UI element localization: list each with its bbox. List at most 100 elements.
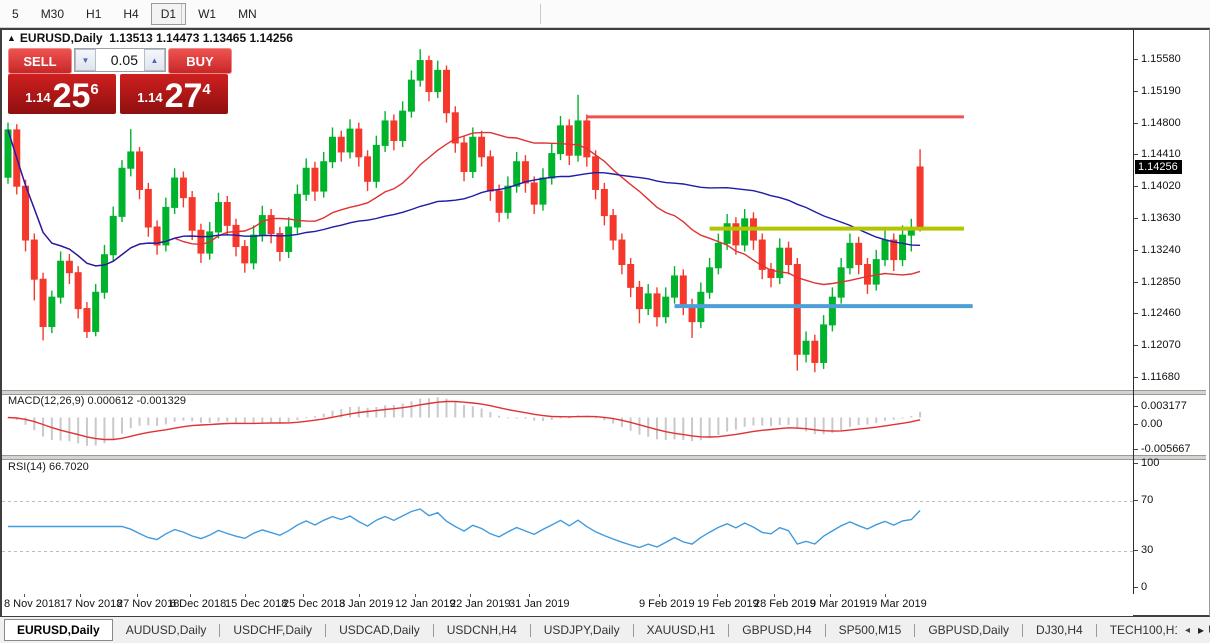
date-label: 25 Dec 2018 [283,598,345,610]
tab-sp500-m15[interactable]: SP500,M15 [826,619,915,641]
ohlc-low: 1.13465 [203,31,246,45]
macd-histogram-bar [779,418,781,426]
tab-eurusd-daily[interactable]: EURUSD,Daily [4,619,113,641]
macd-histogram-bar [849,418,851,427]
macd-histogram-bar [682,418,684,441]
macd-histogram-bar [866,418,868,425]
tab-gbpusd-h4[interactable]: GBPUSD,H4 [729,619,824,641]
collapse-icon[interactable]: ▲ [7,33,16,43]
timeframe-button-5[interactable]: 5 [2,3,29,25]
indicator-axis-tick [1134,424,1138,425]
candle-body [329,137,335,161]
tab-dj30-h4[interactable]: DJ30,H4 [1023,619,1096,641]
candle-body [338,137,344,152]
macd-histogram-bar [314,416,316,418]
candle-body [645,294,651,309]
macd-histogram-bar [182,418,184,421]
date-label: 31 Jan 2019 [509,598,570,610]
candle-body [847,243,853,267]
indicator-axis-label: 0.003177 [1141,400,1187,412]
candle-body [672,276,678,297]
candle-body [40,279,46,326]
date-axis-tick [470,594,471,597]
macd-histogram-bar [752,418,754,426]
tab-xauusd-h1[interactable]: XAUUSD,H1 [634,619,729,641]
price-axis-label: 1.13240 [1141,244,1181,256]
candle-body [917,167,923,228]
indicator-axis-label: -0.005667 [1141,443,1191,455]
candle-body [829,297,835,325]
price-axis[interactable]: 1.155801.151901.148001.144101.140201.136… [1134,30,1208,616]
candle-body [356,129,362,157]
timeframe-button-w1[interactable]: W1 [188,3,226,25]
macd-histogram-bar [621,418,623,428]
timeframe-button-h4[interactable]: H4 [113,3,148,25]
macd-histogram-bar [691,418,693,442]
candle-body [189,198,195,231]
tab-usdcnh-h4[interactable]: USDCNH,H4 [434,619,530,641]
tab-gbpusd-daily[interactable]: GBPUSD,Daily [915,619,1022,641]
macd-histogram-bar [112,418,114,440]
candle-body [84,309,90,332]
indicator-axis-label: 0.00 [1141,418,1162,430]
tab-usdchf-daily[interactable]: USDCHF,Daily [220,619,325,641]
price-axis-tick [1134,59,1138,60]
date-label: 8 Nov 2018 [4,598,60,610]
date-label: 15 Dec 2018 [225,598,287,610]
macd-histogram-bar [498,416,500,418]
macd-histogram-bar [200,418,202,423]
candle-body [198,230,204,253]
candle-body [558,126,564,154]
price-chart-plot[interactable] [2,44,1133,390]
tab-audusd-daily[interactable]: AUDUSD,Daily [113,619,220,641]
price-axis-label: 1.12070 [1141,339,1181,351]
timeframe-button-mn[interactable]: MN [228,3,267,25]
macd-histogram-bar [524,418,526,419]
macd-histogram-bar [139,418,141,426]
candle-body [347,129,353,152]
date-axis[interactable]: 8 Nov 201817 Nov 201827 Nov 20186 Dec 20… [2,594,1133,616]
timeframe-button-h1[interactable]: H1 [76,3,111,25]
tab-scroll-left-button[interactable]: ◂ [1185,625,1190,636]
current-price-tag: 1.14256 [1135,160,1182,174]
macd-histogram-bar [217,418,219,422]
timeframe-button-m30[interactable]: M30 [31,3,74,25]
macd-histogram-bar [533,418,535,421]
candle-body [321,162,327,191]
timeframe-toolbar: 5M30H1H4D1W1MN [0,0,1210,28]
macd-histogram-bar [367,408,369,418]
candle-body [715,243,721,267]
rsi-plot[interactable] [2,459,1133,593]
ohlc-open: 1.13513 [109,31,152,45]
tab-usdcad-daily[interactable]: USDCAD,Daily [326,619,433,641]
price-axis-label: 1.15580 [1141,53,1181,65]
macd-histogram-bar [279,418,281,423]
macd-histogram-bar [796,418,798,429]
tab-usdjpy-daily[interactable]: USDJPY,Daily [531,619,633,641]
macd-histogram-bar [735,418,737,430]
macd-histogram-bar [419,399,421,418]
date-axis-tick [359,594,360,597]
tab-bar: EURUSD,DailyAUDUSD,DailyUSDCHF,DailyUSDC… [0,617,1210,643]
candle-body [470,137,476,171]
indicator-axis-label: 30 [1141,544,1153,556]
candle-body [619,240,625,264]
indicator-axis-tick [1134,587,1138,588]
date-label: 22 Jan 2019 [450,598,511,610]
macd-histogram-bar [884,418,886,421]
candle-body [382,121,388,145]
price-axis-tick [1134,91,1138,92]
chart-window: ▲EURUSD,Daily 1.13513 1.14473 1.13465 1.… [0,28,1210,617]
macd-histogram-bar [174,418,176,422]
macd-histogram-bar [717,418,719,436]
date-label: 6 Dec 2018 [170,598,226,610]
candle-body [803,341,809,354]
price-axis-label: 1.14410 [1141,148,1181,160]
macd-histogram-bar [393,405,395,417]
macd-histogram-bar [902,418,904,419]
candle-body [522,162,528,183]
macd-histogram-bar [858,418,860,426]
candle-body [812,341,818,362]
tab-scroll-right-button[interactable]: ▸ [1198,623,1204,637]
macd-histogram-bar [147,418,149,426]
